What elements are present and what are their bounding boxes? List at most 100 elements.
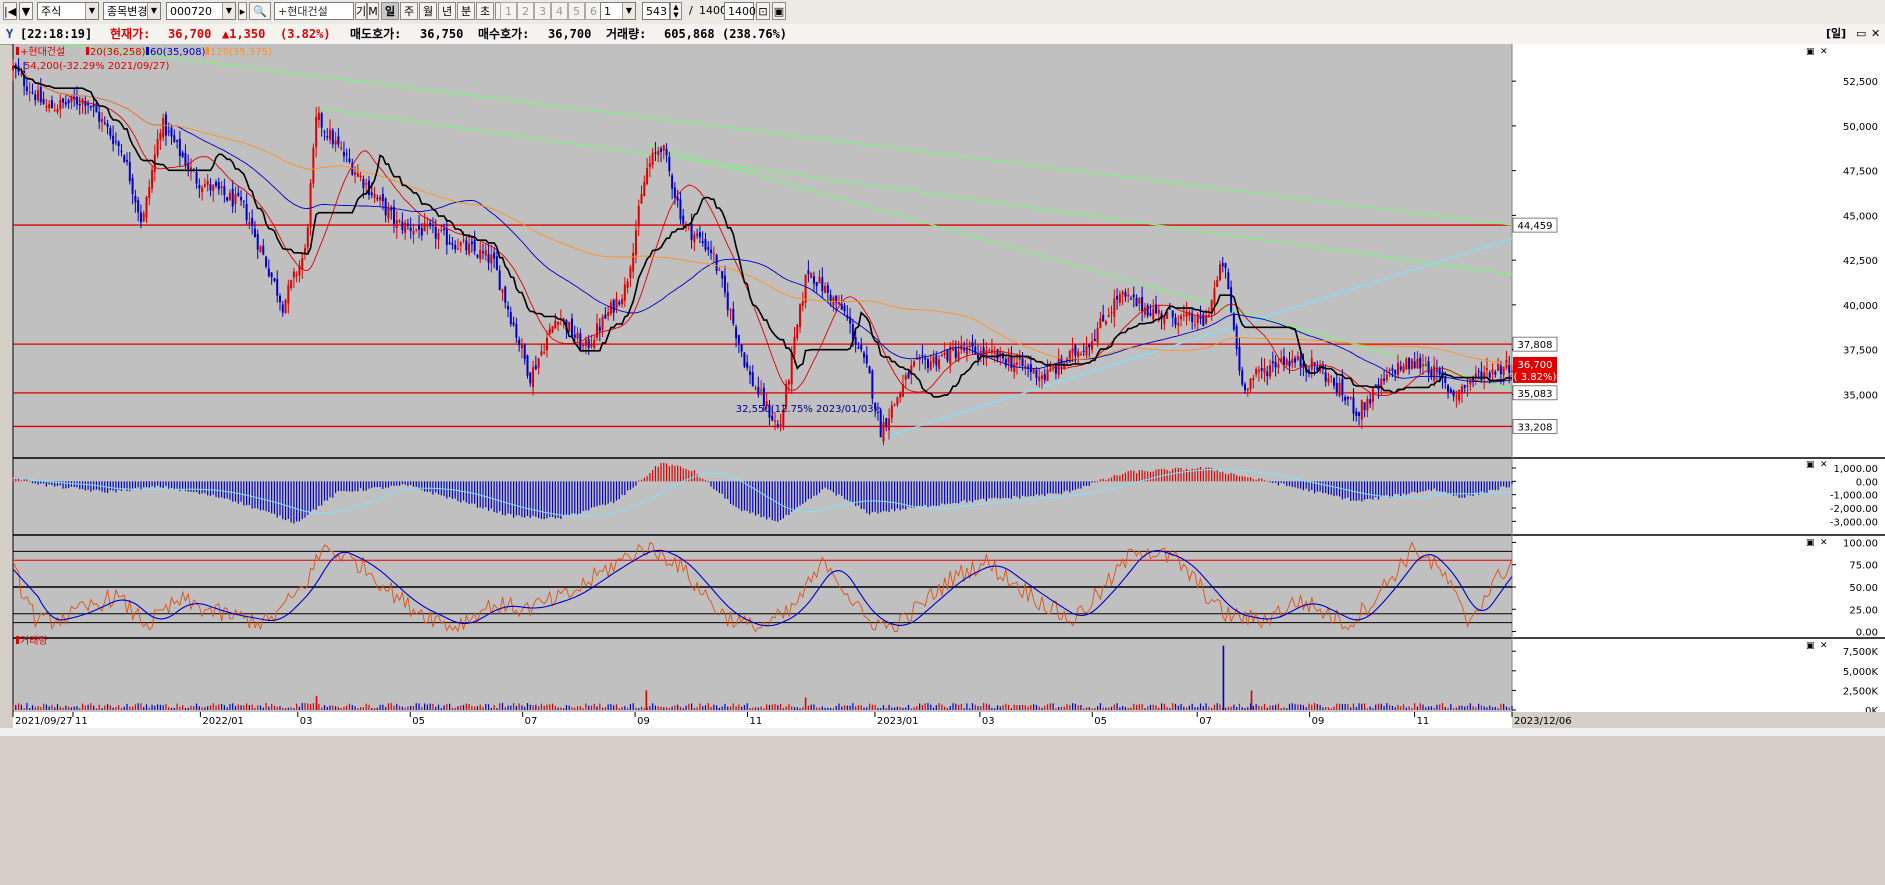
candle-body	[659, 148, 662, 152]
candle-body	[454, 244, 457, 250]
candle-body	[896, 397, 899, 405]
candle-body	[1310, 358, 1313, 370]
candle-body	[726, 292, 729, 311]
candle-body	[381, 193, 384, 202]
interval-select[interactable]: 1 ▼	[600, 2, 636, 20]
count-input[interactable]: 543	[642, 2, 670, 20]
candle-body	[698, 232, 701, 238]
m-button-b[interactable]: M	[367, 2, 379, 20]
candle-body	[404, 222, 407, 233]
candle-body	[929, 361, 932, 370]
candle-body	[735, 327, 738, 339]
candle-body	[604, 314, 607, 319]
candle-body	[954, 347, 957, 358]
candle-body	[223, 186, 226, 196]
candle-body	[821, 277, 824, 291]
candle-body	[882, 422, 885, 442]
first-page-icon[interactable]: |◀	[3, 2, 17, 20]
candle-body	[151, 169, 154, 189]
interval-tab-3[interactable]: 3	[534, 2, 551, 20]
candle-body	[426, 224, 429, 227]
volume-legend: 거래량	[20, 635, 48, 647]
osc-y-tick-label-0: 1,000.00	[1833, 464, 1878, 475]
candle-body	[148, 186, 151, 199]
period-tab-0[interactable]: 일	[381, 2, 399, 20]
candle-body	[1116, 295, 1119, 300]
candle-body	[312, 147, 315, 184]
interval-tab-5[interactable]: 5	[568, 2, 585, 20]
candle-body	[1352, 397, 1355, 414]
period-tab-5[interactable]: 초	[476, 2, 494, 20]
candle-body	[704, 238, 707, 250]
candle-body	[1344, 397, 1347, 401]
period-tab-3[interactable]: 년	[438, 2, 456, 20]
candle-body	[1296, 355, 1299, 360]
stock-chart[interactable]: +현대건설 20(36,258) 60(35,908) 120(35,375) 54,2…	[0, 44, 1885, 885]
candle-body	[1118, 293, 1121, 303]
candle-body	[487, 254, 490, 263]
candle-body	[387, 208, 390, 219]
candle-body	[640, 193, 643, 204]
scrollbar-track	[0, 728, 1885, 736]
candle-body	[242, 200, 245, 202]
interval-tab-4[interactable]: 4	[551, 2, 568, 20]
candle-body	[526, 355, 529, 376]
candle-body	[212, 184, 215, 192]
candle-body	[128, 161, 131, 182]
period-tab-4[interactable]: 분	[457, 2, 475, 20]
volume-label: 거래량:	[606, 27, 647, 41]
minimize-icon[interactable]: ▭	[1856, 24, 1866, 44]
candle-body	[921, 354, 924, 357]
period-tab-1[interactable]: 주	[400, 2, 418, 20]
candle-body	[220, 186, 223, 189]
candle-body	[1149, 313, 1152, 316]
axis-area	[1512, 44, 1885, 712]
candle-body	[1488, 372, 1491, 378]
market-select[interactable]: 주식 ▼	[37, 2, 99, 20]
candle-body	[1021, 358, 1024, 366]
candle-body	[1419, 357, 1422, 369]
interval-tab-1[interactable]: 1	[500, 2, 517, 20]
candle-body	[1358, 412, 1361, 417]
chevron-down-icon: ▼	[85, 3, 98, 19]
interval-tab-2[interactable]: 2	[517, 2, 534, 20]
x-tick-label-13: 11	[1417, 716, 1430, 727]
close-icon[interactable]: ✕	[1871, 24, 1880, 44]
level-label-0: 44,459	[1518, 221, 1553, 232]
apply-icon[interactable]: ⊡	[756, 2, 770, 20]
stock-code-input[interactable]: 000720 ▼	[166, 2, 236, 20]
x-tick-label-6: 09	[637, 716, 650, 727]
save-icon[interactable]: ▣	[772, 2, 786, 20]
pin-icon[interactable]: Y	[6, 24, 13, 44]
candle-body	[248, 222, 251, 225]
candle-body	[1408, 358, 1411, 369]
candle-body	[696, 234, 699, 236]
spinner-icon[interactable]: ▲ ▼	[670, 2, 682, 20]
candle-body	[301, 257, 304, 270]
candle-body	[262, 246, 265, 255]
search-icon[interactable]: 🔍	[249, 2, 271, 20]
candle-body	[676, 197, 679, 201]
stock-name-field[interactable]: +현대건설	[274, 2, 354, 20]
candle-body	[1430, 370, 1433, 377]
candle-body	[359, 175, 362, 178]
candle-body	[320, 113, 323, 128]
candle-body	[1216, 279, 1219, 287]
candle-body	[1232, 312, 1235, 330]
m-button-a[interactable]: 기	[355, 2, 367, 20]
change-stock-button[interactable]: 종목변경 ▼	[103, 2, 161, 20]
period-tab-2[interactable]: 월	[419, 2, 437, 20]
candle-body	[340, 147, 343, 149]
candle-body	[465, 240, 468, 251]
stoch-y-tick-label-0: 100.00	[1843, 538, 1878, 549]
candle-body	[1138, 297, 1141, 304]
play-icon[interactable]: ▸	[238, 2, 247, 20]
candle-body	[1221, 262, 1224, 267]
total-count-input[interactable]: 1400	[724, 2, 756, 20]
candle-body	[323, 131, 326, 133]
candle-body	[259, 246, 262, 252]
candle-body	[988, 350, 991, 352]
candle-body	[1257, 370, 1260, 372]
filter-icon[interactable]: ▼	[19, 2, 33, 20]
candle-body	[420, 228, 423, 236]
